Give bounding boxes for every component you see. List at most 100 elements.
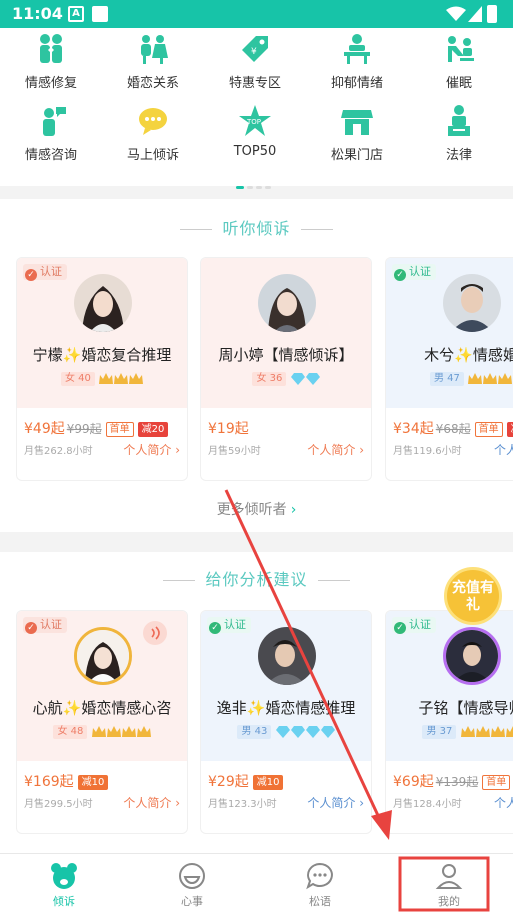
top-star-icon: TOP	[239, 105, 271, 136]
monthly-sales: 月售262.8小时	[24, 446, 93, 457]
crown-icon	[136, 726, 151, 737]
crown-icon	[505, 726, 513, 737]
price: ¥49起	[24, 421, 65, 437]
notification-square-icon	[92, 6, 108, 22]
first-order-tag: 首单	[482, 775, 511, 790]
listener-meta: 女 36	[201, 372, 371, 386]
price-row: ¥29起 减10	[208, 771, 284, 791]
avatar	[443, 627, 501, 685]
gender-age-badge: 女 40	[60, 372, 95, 386]
category-item[interactable]: 马上倾诉	[102, 104, 204, 163]
profile-link[interactable]: 个人	[494, 794, 513, 811]
voice-icon[interactable]	[143, 621, 167, 645]
category-grid: 情感修复 婚恋关系 ¥ 特惠专区 抑郁情绪 催眠 情感咨询 马上倾诉 TOP T…	[0, 28, 513, 189]
status-time: 11:04	[12, 4, 63, 23]
avatar	[74, 274, 132, 332]
tab-me[interactable]: 我的	[385, 854, 513, 912]
tab-pine-talk[interactable]: 松语	[256, 854, 384, 912]
gender-age-badge: 男 47	[429, 372, 464, 386]
category-item[interactable]: 法律	[408, 104, 510, 163]
advisor-card[interactable]: ✓认证 子铭【情感导师 男 37 ¥69起¥139起首单减 月售128.4小时 …	[385, 610, 513, 834]
recharge-promo-badge[interactable]: 充值有礼	[444, 567, 502, 625]
monthly-sales: 月售123.3小时	[208, 799, 277, 810]
gender-age-badge: 男 37	[422, 725, 457, 739]
more-listeners-link[interactable]: 更多倾听者 ›	[0, 499, 513, 519]
gender-age-badge: 女 48	[53, 725, 88, 739]
advisor-meta: 女 48	[17, 725, 187, 739]
profile-link[interactable]: 个人简介 ›	[123, 794, 180, 811]
profile-link[interactable]: 个人	[494, 441, 513, 458]
listener-card[interactable]: 周小婷【情感倾诉】 女 36 ¥19起 月售59小时 个人简介 ›	[200, 257, 372, 481]
category-item[interactable]: 抑郁情绪	[306, 32, 408, 91]
diamond-icon	[305, 726, 320, 738]
category-item[interactable]: TOP TOP50	[204, 104, 306, 159]
category-item[interactable]: 情感修复	[0, 32, 102, 91]
discount-tag: 减	[506, 422, 513, 437]
old-price: ¥139起	[435, 775, 479, 789]
price: ¥29起	[208, 774, 249, 790]
discount-tag-icon: ¥	[242, 36, 268, 62]
diamond-icon	[275, 726, 290, 738]
svg-text:TOP: TOP	[246, 118, 261, 126]
tab-confide[interactable]: 倾诉	[0, 854, 128, 912]
first-order-tag: 首单	[105, 422, 134, 437]
category-item[interactable]: 婚恋关系	[102, 32, 204, 91]
tab-mood[interactable]: 心事	[128, 854, 256, 912]
profile-link[interactable]: 个人简介 ›	[307, 441, 364, 458]
category-item[interactable]: 情感咨询	[0, 104, 102, 163]
discount-tag: 减10	[252, 775, 284, 790]
category-label: 法律	[445, 148, 472, 163]
couple-repair-icon	[40, 34, 62, 63]
notification-a-icon: A	[68, 6, 84, 22]
category-label: 抑郁情绪	[330, 76, 383, 91]
chat-dots-icon	[306, 862, 333, 890]
listener-card[interactable]: ✓认证 木兮✨情感婚 男 47 ¥34起¥68起首单减 月售119.6小时 个人	[385, 257, 513, 481]
price-row: ¥19起	[208, 418, 249, 438]
profile-link[interactable]: 个人简介 ›	[123, 441, 180, 458]
crown-icon	[475, 726, 490, 737]
tab-label: 我的	[438, 895, 460, 908]
page-indicator	[236, 174, 274, 189]
category-label: 催眠	[445, 76, 472, 91]
category-label: 婚恋关系	[126, 76, 179, 91]
advisor-card[interactable]: ✓ 认证 心航✨婚恋情感心咨 女 48 ¥169起 减10 月售299.5小时 个人…	[16, 610, 188, 834]
category-item[interactable]: 松果门店	[306, 104, 408, 163]
listener-card[interactable]: ✓ 认证 宁檬✨婚恋复合推理 女 40 ¥49起 ¥99起 首单 减20 月售262.8…	[16, 257, 188, 481]
price: ¥19起	[208, 421, 249, 437]
crown-icon	[460, 726, 475, 737]
avatar	[258, 627, 316, 685]
avatar	[258, 274, 316, 332]
category-item[interactable]: 催眠	[408, 32, 510, 91]
wifi-icon	[446, 6, 466, 21]
price: ¥169起	[24, 774, 74, 790]
tab-label: 松语	[309, 895, 331, 908]
listen-section: 听你倾诉 ✓ 认证 宁檬✨婚恋复合推理 女 40 ¥49起 ¥99起 首单 减20 月售…	[0, 199, 513, 532]
store-icon	[341, 110, 373, 135]
advisor-card[interactable]: ✓ 认证 逸非✨婚恋情感推理 男 43 ¥29起 减10 月售123.3小时 个人简…	[200, 610, 372, 834]
cert-badge: ✓ 认证	[207, 617, 251, 634]
diamond-icon	[305, 373, 320, 385]
marriage-icon	[141, 35, 168, 64]
section-title: 给你分析建议	[0, 566, 513, 590]
cert-badge: ✓ 认证	[392, 617, 436, 634]
monthly-sales: 月售128.4小时	[393, 799, 462, 810]
diamond-icon	[290, 726, 305, 738]
advisor-name: 子铭【情感导师	[418, 699, 513, 717]
crown-icon	[106, 726, 121, 737]
battery-icon	[487, 5, 497, 23]
profile-link[interactable]: 个人简介 ›	[307, 794, 364, 811]
first-order-tag: 首单	[474, 422, 503, 437]
advisor-meta: 男 43	[201, 725, 371, 739]
price-row: ¥34起¥68起首单减	[393, 418, 513, 438]
cert-badge: ✓ 认证	[392, 264, 436, 281]
category-label: TOP50	[233, 144, 277, 159]
monthly-sales: 月售119.6小时	[393, 446, 462, 457]
advice-section: 给你分析建议 ✓ 认证 心航✨婚恋情感心咨 女 48 ¥169起 减10 月售299…	[0, 552, 513, 853]
consult-icon	[43, 107, 66, 136]
hypnosis-icon	[448, 36, 474, 62]
law-icon	[448, 105, 470, 136]
price: ¥34起	[393, 421, 434, 437]
crown-icon	[114, 373, 129, 384]
category-item[interactable]: ¥ 特惠专区	[204, 32, 306, 91]
old-price: ¥68起	[435, 422, 471, 436]
